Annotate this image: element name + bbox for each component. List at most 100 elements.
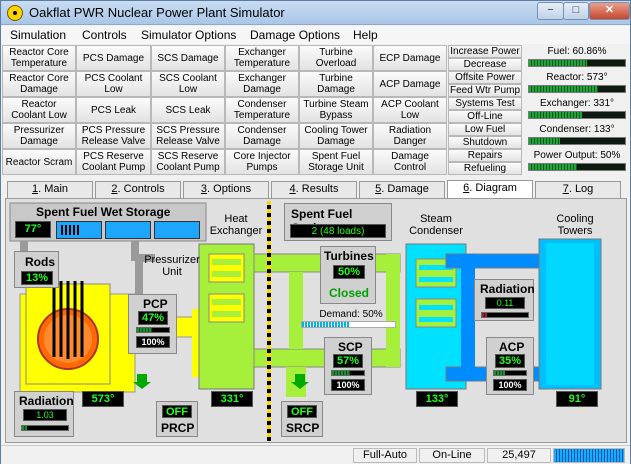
prcp-label: PRCP [161,421,195,435]
tab-diagram[interactable]: 6. Diagram [447,180,533,199]
gauge-bar-fill [529,138,560,144]
system-button-repairs[interactable]: Repairs [448,149,522,162]
turbines-title: Turbines [324,249,374,263]
system-button-refueling[interactable]: Refueling [448,162,522,175]
pcp-value[interactable]: 47% [138,311,168,325]
control-button-pcs-pressure-release-valve[interactable]: PCS Pressure Release Valve [76,123,151,149]
radiation-left-panel: Radiation 1.03 [14,391,74,437]
prcp-state: OFF [162,405,192,418]
tab-label: Controls [123,183,165,195]
control-button-core-injector-pumps[interactable]: Core Injector Pumps [225,149,299,175]
scp-flow: 100% [331,379,365,391]
menu-help[interactable]: Help [353,28,378,42]
system-button-shutdown-mode[interactable]: Shutdown Mode [448,136,522,159]
radiation-left-title: Radiation [19,394,74,408]
tab-label: Options [213,183,252,195]
control-button-pcs-coolant-low[interactable]: PCS Coolant Low [76,71,151,97]
gauge-bar-fill [529,112,582,118]
control-button-acp-damage[interactable]: ACP Damage [373,71,447,97]
control-button-scs-leak[interactable]: SCS Leak [151,97,225,123]
demand-label: Demand: 50% [319,309,383,320]
tab-label: Damage [387,183,429,195]
system-button-systems-test[interactable]: Systems Test [448,97,522,110]
control-button-scs-reserve-coolant-pump[interactable]: SCS Reserve Coolant Pump [151,149,225,175]
main-window: Oakflat PWR Nuclear Power Plant Simulato… [0,0,631,464]
turbines-state[interactable]: Closed [329,286,369,300]
control-button-scs-damage[interactable]: SCS Damage [151,45,225,71]
tab-main[interactable]: 1. Main [7,181,93,198]
gauge-bar [528,137,626,145]
control-button-reactor-core-damage[interactable]: Reactor Core Damage [2,71,76,97]
title-bar: Oakflat PWR Nuclear Power Plant Simulato… [1,1,630,25]
gauge-bar-fill [529,60,588,66]
menu-simulator-options[interactable]: Simulator Options [141,28,236,42]
menu-simulation[interactable]: Simulation [10,28,66,42]
tab-label: Log [574,183,594,195]
rods-value[interactable]: 13% [21,271,53,285]
control-button-radiation-danger[interactable]: Radiation Danger [373,123,447,149]
control-button-exchanger-damage[interactable]: Exchanger Damage [225,71,299,97]
control-button-damage-control[interactable]: Damage Control [373,149,447,175]
plant-diagram: Spent Fuel Wet Storage 77° Spent Fuel Ca… [5,198,627,443]
control-button-pcs-reserve-coolant-pump[interactable]: PCS Reserve Coolant Pump [76,149,151,175]
control-button-reactor-coolant-low[interactable]: Reactor Coolant Low [2,97,76,123]
control-button-cooling-tower-damage[interactable]: Cooling Tower Damage [299,123,373,149]
tab-log[interactable]: 7. Log [535,181,621,198]
scp-panel: SCP 57% 100% [324,337,372,395]
control-button-scs-coolant-low[interactable]: SCS Coolant Low [151,71,225,97]
turbines-value[interactable]: 50% [333,265,365,279]
srcp-label: SRCP [286,421,320,435]
tab-options[interactable]: 3. Options [183,181,269,198]
close-button[interactable]: ✕ [589,2,630,20]
rods-title: Rods [25,255,55,269]
minimize-button[interactable]: − [537,2,564,20]
turbines-panel: Turbines 50% Closed [320,246,376,304]
control-button-pcs-damage[interactable]: PCS Damage [76,45,151,71]
spent-fuel-storage-title: Spent Fuel Wet Storage [36,205,171,219]
radiation-left-fill [22,426,27,430]
control-button-acp-coolant-low[interactable]: ACP Coolant Low [373,97,447,123]
storage-pool-1 [56,221,102,239]
status-gauges: Fuel: 60.86% Reactor: 573° Exchanger: 331°… [525,45,629,177]
tab-results[interactable]: 4. Results [271,181,357,198]
control-button-reactor-scram[interactable]: Reactor Scram [2,149,76,175]
radiation-right-value: 0.11 [485,297,525,309]
control-button-turbine-steam-bypass[interactable]: Turbine Steam Bypass [299,97,373,123]
system-button-decrease-power[interactable]: Decrease Power [448,58,522,81]
condenser-temp-readout: 133° [416,391,458,407]
maximize-button[interactable]: □ [563,2,589,20]
system-button-low-fuel[interactable]: Low Fuel [448,123,522,136]
radiation-left-value: 1.03 [23,409,67,421]
prcp-panel[interactable]: OFF PRCP [156,401,198,437]
system-button-feed-wtr-pump[interactable]: Feed Wtr Pump [448,84,522,97]
scp-value[interactable]: 57% [333,354,363,368]
tab-damage[interactable]: 5. Damage [359,181,445,198]
control-button-scs-pressure-release-valve[interactable]: SCS Pressure Release Valve [151,123,225,149]
scp-bar-fill [332,371,351,375]
radiation-right-title: Radiation [480,282,535,296]
acp-value[interactable]: 35% [495,354,525,368]
gauge-label: Reactor: 573° [546,72,608,83]
storage-pool-3 [154,221,200,239]
fuel-rack-icon [61,225,81,235]
control-button-pressurizer-damage[interactable]: Pressurizer Damage [2,123,76,149]
menu-damage-options[interactable]: Damage Options [250,28,340,42]
demand-bar [301,321,396,328]
control-button-spent-fuel-storage-unit[interactable]: Spent Fuel Storage Unit [299,149,373,175]
control-button-pcs-leak[interactable]: PCS Leak [76,97,151,123]
menu-controls[interactable]: Controls [82,28,127,42]
control-button-exchanger-temperature[interactable]: Exchanger Temperature [225,45,299,71]
gauge-label: Exchanger: 331° [539,98,615,109]
control-button-grid: Reactor Core Temperature PCS Damage SCS Da… [2,45,447,175]
control-button-ecp-damage[interactable]: ECP Damage [373,45,447,71]
system-button-increase-power[interactable]: Increase Power [448,45,522,58]
control-button-condenser-damage[interactable]: Condenser Damage [225,123,299,149]
control-button-turbine-overload[interactable]: Turbine Overload [299,45,373,71]
control-button-condenser-temperature[interactable]: Condenser Temperature [225,97,299,123]
system-button-off-line[interactable]: Off-Line [448,110,522,123]
tab-controls[interactable]: 2. Controls [95,181,181,198]
srcp-panel[interactable]: OFF SRCP [281,401,323,437]
control-button-reactor-core-temperature[interactable]: Reactor Core Temperature [2,45,76,71]
system-button-offsite-power[interactable]: Offsite Power [448,71,522,84]
control-button-turbine-damage[interactable]: Turbine Damage [299,71,373,97]
